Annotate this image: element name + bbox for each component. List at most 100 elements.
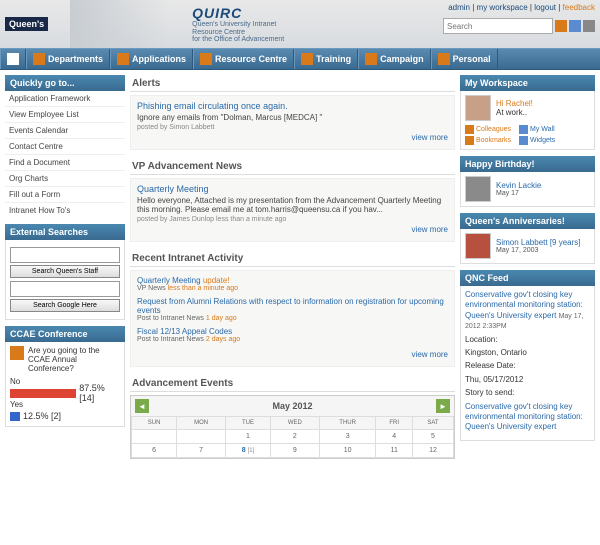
bookmarks-icon (465, 136, 474, 145)
vpnews-body: Hello everyone, Attached is my presentat… (137, 196, 448, 214)
ql-howtos[interactable]: Intranet How To's (5, 203, 125, 218)
vpnews-view-more[interactable]: view more (137, 223, 448, 236)
anniversary-title: Queen's Anniversaries! (460, 213, 595, 229)
search-google-button[interactable]: Search Google Here (10, 299, 120, 312)
ql-fill-form[interactable]: Fill out a Form (5, 187, 125, 203)
my-workspace-link[interactable]: my workspace (477, 3, 528, 12)
workspace-title: My Workspace (460, 75, 595, 91)
alert-title[interactable]: Phishing email circulating once again. (137, 101, 448, 111)
home-icon (7, 53, 19, 65)
cal-cell[interactable]: 3 (319, 430, 376, 444)
nav-departments[interactable]: Departments (26, 49, 110, 69)
workspace-panel: My Workspace Hi Rachel! At work.. Collea… (460, 75, 595, 150)
widgets-link[interactable]: Widgets (519, 136, 555, 145)
cal-cell[interactable]: 5 (412, 430, 453, 444)
wall-icon (519, 125, 528, 134)
ql-contact-centre[interactable]: Contact Centre (5, 139, 125, 155)
nav-personal[interactable]: Personal (431, 49, 498, 69)
colleagues-link[interactable]: Colleagues (465, 125, 511, 134)
ql-org-charts[interactable]: Org Charts (5, 171, 125, 187)
cal-cell[interactable]: 10 (319, 444, 376, 458)
cal-next[interactable]: ► (436, 399, 450, 413)
cal-cell[interactable] (132, 430, 177, 444)
alert-body: Ignore any emails from "Dolman, Marcus [… (137, 113, 448, 122)
search-advanced-icon[interactable] (583, 20, 595, 32)
activity-link-3[interactable]: Fiscal 12/13 Appeal Codes (137, 327, 448, 336)
cal-cell[interactable]: 4 (376, 430, 413, 444)
widgets-icon (519, 136, 528, 145)
queens-staff-input[interactable] (10, 247, 120, 263)
alerts-header: Alerts (130, 75, 455, 92)
user-avatar[interactable] (465, 95, 491, 121)
ql-find-document[interactable]: Find a Document (5, 155, 125, 171)
cal-cell[interactable]: 7 (177, 444, 226, 458)
ql-employee-list[interactable]: View Employee List (5, 107, 125, 123)
cal-cell-today[interactable]: 8 [1] (226, 444, 271, 458)
admin-link[interactable]: admin (448, 3, 470, 12)
activity-link-2[interactable]: Request from Alumni Relations with respe… (137, 297, 448, 315)
poll-title: CCAE Conference (5, 326, 125, 342)
cal-cell[interactable]: 12 (412, 444, 453, 458)
nav-applications[interactable]: Applications (110, 49, 193, 69)
cal-cell[interactable]: 6 (132, 444, 177, 458)
birthday-date: May 17 (496, 190, 541, 197)
my-wall-link[interactable]: My Wall (519, 125, 555, 134)
top-links: admin | my workspace | logout | feedback (448, 3, 595, 12)
cal-cell[interactable]: 11 (376, 444, 413, 458)
qnc-link-2[interactable]: Conservative gov't closing key environme… (465, 402, 583, 432)
poll-panel: CCAE Conference Are you going to the CCA… (5, 326, 125, 427)
alerts-view-more[interactable]: view more (137, 131, 448, 144)
google-search-input[interactable] (10, 281, 120, 297)
birthday-title: Happy Birthday! (460, 156, 595, 172)
feedback-link[interactable]: feedback (563, 3, 595, 12)
nav-training[interactable]: Training (294, 49, 358, 69)
anniversary-panel: Queen's Anniversaries! Simon Labbett [9 … (460, 213, 595, 264)
external-search-panel: External Searches Search Queen's Staff S… (5, 224, 125, 320)
nav-campaign[interactable]: Campaign (358, 49, 431, 69)
vpnews-box: Quarterly Meeting Hello everyone, Attach… (130, 178, 455, 242)
vpnews-title[interactable]: Quarterly Meeting (137, 184, 448, 194)
cal-cell[interactable]: 9 (270, 444, 319, 458)
quick-links-title: Quickly go to... (5, 75, 125, 91)
activity-tag-1: update! (203, 276, 230, 285)
site-title: QUIRC Queen's University Intranet Resour… (192, 5, 284, 44)
cal-cell[interactable]: 2 (270, 430, 319, 444)
cal-cell[interactable] (177, 430, 226, 444)
quick-links-panel: Quickly go to... Application Framework V… (5, 75, 125, 218)
queens-logo[interactable]: Queen's (5, 17, 48, 31)
ql-app-framework[interactable]: Application Framework (5, 91, 125, 107)
anniversary-date: May 17, 2003 (496, 247, 581, 254)
activity-header: Recent Intranet Activity (130, 250, 455, 267)
search-people-icon[interactable] (569, 20, 581, 32)
logout-link[interactable]: logout (534, 3, 556, 12)
bookmarks-link[interactable]: Bookmarks (465, 136, 511, 145)
training-icon (301, 53, 313, 65)
poll-bar-no (10, 389, 76, 398)
events-header: Advancement Events (130, 375, 455, 392)
search-icon[interactable] (555, 20, 567, 32)
cal-cell[interactable]: 1 (226, 430, 271, 444)
search-queens-staff-button[interactable]: Search Queen's Staff (10, 265, 120, 278)
activity-link-1[interactable]: Quarterly Meeting (137, 276, 201, 285)
ql-events-calendar[interactable]: Events Calendar (5, 123, 125, 139)
alert-meta: posted by Simon Labbett (137, 124, 448, 131)
birthday-panel: Happy Birthday! Kevin LackieMay 17 (460, 156, 595, 207)
apps-icon (117, 53, 129, 65)
activity-box: Quarterly Meeting update! VP News less t… (130, 270, 455, 367)
activity-view-more[interactable]: view more (137, 348, 448, 361)
birthday-name[interactable]: Kevin Lackie (496, 181, 541, 190)
header-bg-image (70, 0, 170, 48)
personal-icon (438, 53, 450, 65)
qnc-panel: QNC Feed Conservative gov't closing key … (460, 270, 595, 441)
anniversary-name[interactable]: Simon Labbett [9 years] (496, 238, 581, 247)
calendar-grid: SUNMONTUEWEDTHURFRISAT 12345 678 [1]9101… (131, 416, 454, 458)
qnc-title: QNC Feed (460, 270, 595, 286)
nav-resource-centre[interactable]: Resource Centre (193, 49, 294, 69)
nav-home[interactable] (0, 49, 26, 69)
cal-prev[interactable]: ◄ (135, 399, 149, 413)
birthday-avatar[interactable] (465, 176, 491, 202)
search-input[interactable] (443, 18, 553, 34)
header: Queen's QUIRC Queen's University Intrane… (0, 0, 600, 48)
calendar: ◄ May 2012 ► SUNMONTUEWEDTHURFRISAT 1234… (130, 395, 455, 459)
anniversary-avatar[interactable] (465, 233, 491, 259)
